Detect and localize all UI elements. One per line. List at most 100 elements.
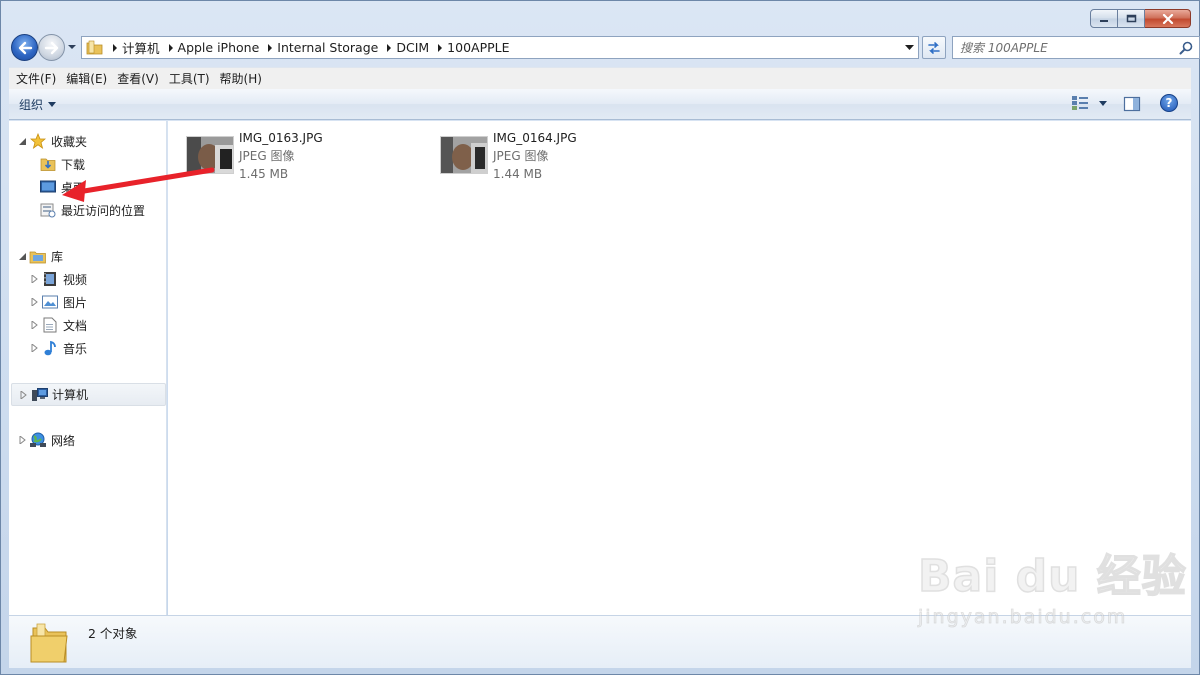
breadcrumb-computer[interactable]: 计算机 (108, 38, 160, 57)
nav-item-pictures[interactable]: 图片 (29, 292, 87, 312)
nav-label: 桌面 (61, 180, 86, 195)
breadcrumb-100apple[interactable]: 100APPLE (433, 40, 510, 55)
maximize-button[interactable] (1118, 9, 1145, 28)
recent-pages-dropdown[interactable] (67, 42, 77, 52)
expand-arrow-icon[interactable] (17, 136, 27, 146)
minimize-button[interactable] (1090, 9, 1118, 28)
breadcrumb-apple-iphone[interactable]: Apple iPhone (164, 40, 260, 55)
search-icon[interactable] (1179, 41, 1193, 55)
star-icon (29, 133, 47, 149)
menu-help[interactable]: 帮助(H) (215, 69, 267, 89)
back-button[interactable] (11, 34, 38, 61)
menu-edit[interactable]: 编辑(E) (61, 69, 112, 89)
file-size: 1.44 MB (493, 167, 543, 181)
documents-icon (41, 317, 59, 333)
file-type: JPEG 图像 (239, 149, 295, 163)
file-item[interactable]: IMG_0163.JPG JPEG 图像 1.45 MB (186, 129, 426, 185)
arrow-left-icon (18, 41, 32, 54)
baidu-watermark: Bai du 经验 jingyan.baidu.com (917, 540, 1187, 629)
collapse-arrow-icon[interactable] (29, 274, 39, 284)
search-box[interactable] (952, 36, 1200, 59)
nav-computer[interactable]: 计算机 (11, 383, 166, 406)
organize-label: 组织 (19, 98, 44, 112)
nav-libraries[interactable]: 库 (17, 246, 63, 266)
address-bar[interactable]: 计算机 Apple iPhone Internal Storage DCIM 1… (81, 36, 919, 59)
breadcrumb-dcim[interactable]: DCIM (382, 40, 429, 55)
network-globe-icon (29, 432, 47, 448)
close-icon (1162, 13, 1173, 24)
organize-button[interactable]: 组织 (19, 96, 57, 113)
window-controls (1090, 9, 1191, 28)
nav-label: 网络 (51, 433, 76, 448)
chevron-right-icon[interactable] (433, 41, 447, 55)
chevron-right-icon[interactable] (164, 41, 178, 55)
music-note-icon (41, 340, 59, 356)
nav-label: 文档 (63, 318, 88, 333)
nav-label: 最近访问的位置 (61, 203, 146, 218)
help-icon: ? (1165, 96, 1173, 110)
collapse-arrow-icon[interactable] (29, 343, 39, 353)
search-input[interactable] (960, 40, 1160, 55)
close-button[interactable] (1145, 9, 1191, 28)
collapse-arrow-icon[interactable] (18, 390, 28, 400)
forward-button[interactable] (38, 34, 65, 61)
breadcrumb-label[interactable]: Apple iPhone (178, 40, 260, 55)
file-name: IMG_0163.JPG (239, 131, 323, 145)
computer-icon (30, 387, 48, 403)
minimize-icon (1100, 19, 1108, 22)
file-size: 1.45 MB (239, 167, 289, 181)
chevron-right-icon[interactable] (263, 41, 277, 55)
file-type: JPEG 图像 (493, 149, 549, 163)
nav-network[interactable]: 网络 (17, 430, 75, 450)
chevron-down-icon (904, 44, 914, 50)
nav-item-documents[interactable]: 文档 (29, 315, 87, 335)
breadcrumb-label[interactable]: 100APPLE (447, 40, 509, 55)
collapse-arrow-icon[interactable] (29, 297, 39, 307)
menu-tools[interactable]: 工具(T) (164, 69, 215, 89)
nav-label: 计算机 (52, 388, 89, 402)
breadcrumb-label[interactable]: 计算机 (122, 38, 160, 57)
nav-favorites[interactable]: 收藏夹 (17, 131, 87, 151)
collapse-arrow-icon[interactable] (29, 320, 39, 330)
file-item[interactable]: IMG_0164.JPG JPEG 图像 1.44 MB (440, 129, 680, 185)
menu-view[interactable]: 查看(V) (112, 69, 164, 89)
downloads-folder-icon (39, 156, 57, 172)
help-button[interactable]: ? (1160, 94, 1178, 112)
nav-label: 音乐 (63, 341, 88, 356)
command-bar: 组织 ? (9, 89, 1191, 120)
view-details-icon (1072, 96, 1088, 110)
image-thumbnail (440, 136, 488, 174)
collapse-arrow-icon[interactable] (17, 435, 27, 445)
nav-item-recent-places[interactable]: 最近访问的位置 (39, 200, 145, 220)
nav-item-downloads[interactable]: 下载 (39, 154, 85, 174)
nav-label: 库 (51, 249, 64, 264)
refresh-button[interactable] (922, 36, 946, 59)
recent-places-icon (39, 202, 57, 218)
breadcrumb-internal-storage[interactable]: Internal Storage (263, 40, 378, 55)
desktop-icon (39, 179, 57, 195)
navigation-pane: 收藏夹 下载 桌面 最近访问的位置 库 视频 图片 文档 音乐 计算机 网络 (9, 121, 167, 615)
address-history-dropdown[interactable] (900, 37, 918, 58)
item-count: 2 个对象 (88, 626, 138, 641)
nav-label: 下载 (61, 157, 86, 172)
watermark-url: jingyan.baidu.com (918, 606, 1128, 629)
nav-item-desktop[interactable]: 桌面 (39, 177, 85, 197)
breadcrumb-label[interactable]: Internal Storage (277, 40, 378, 55)
change-view-button[interactable] (1071, 95, 1107, 111)
refresh-icon (928, 41, 940, 54)
chevron-down-icon (48, 102, 57, 107)
chevron-right-icon[interactable] (382, 41, 396, 55)
expand-arrow-icon[interactable] (17, 251, 27, 261)
image-thumbnail (186, 136, 234, 174)
chevron-down-icon[interactable] (1099, 100, 1107, 106)
nav-item-videos[interactable]: 视频 (29, 269, 87, 289)
videos-icon (41, 271, 59, 287)
preview-pane-icon[interactable] (1123, 96, 1141, 112)
folder-icon (86, 40, 103, 54)
nav-item-music[interactable]: 音乐 (29, 338, 87, 358)
breadcrumb-label[interactable]: DCIM (396, 40, 429, 55)
pictures-icon (41, 294, 59, 310)
chevron-right-icon[interactable] (108, 41, 122, 55)
folder-icon (30, 623, 68, 663)
menu-file[interactable]: 文件(F) (11, 69, 61, 89)
